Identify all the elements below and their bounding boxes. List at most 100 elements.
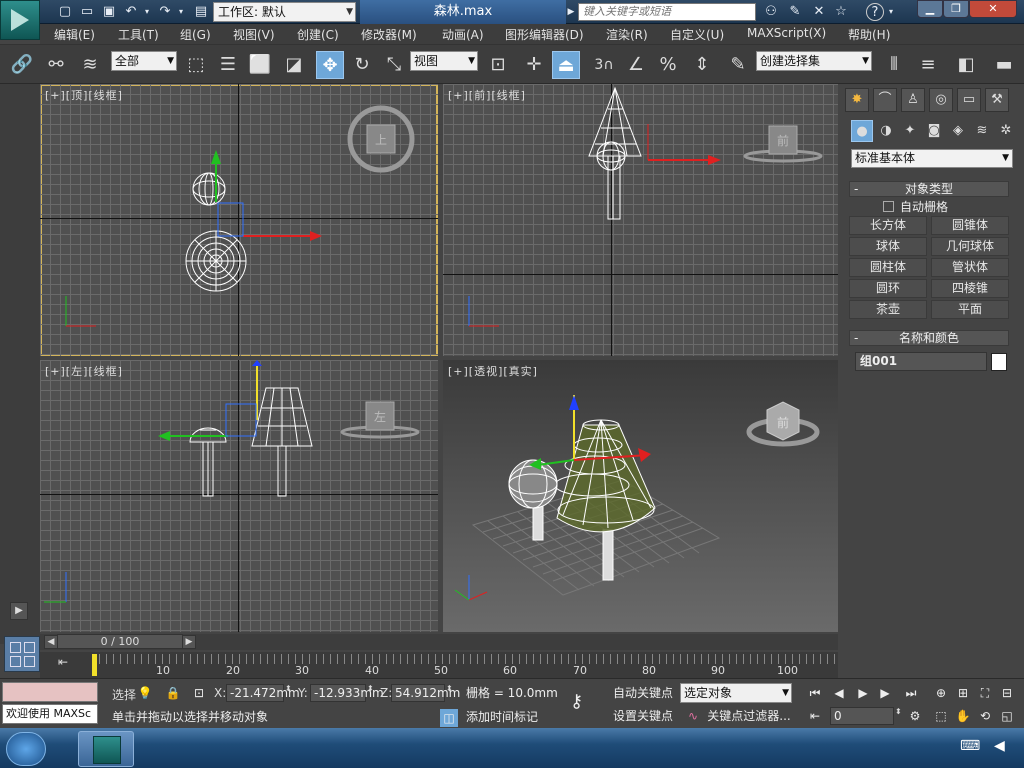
angle-snap-icon[interactable]: ∠: [622, 51, 650, 79]
helpers-icon[interactable]: ◈: [947, 120, 969, 142]
tube-button[interactable]: 管状体: [931, 258, 1009, 277]
torus-button[interactable]: 圆环: [849, 279, 927, 298]
snaps-toggle-icon[interactable]: 3∩: [590, 51, 618, 79]
maximize-button[interactable]: ❐: [943, 0, 969, 18]
systems-icon[interactable]: ✲: [995, 120, 1017, 142]
teapot-button[interactable]: 茶壶: [849, 300, 927, 319]
start-button[interactable]: [6, 732, 46, 766]
select-object-icon[interactable]: ⬚: [182, 51, 210, 79]
time-tag-icon[interactable]: ◫: [440, 709, 458, 727]
add-time-tag-button[interactable]: 添加时间标记: [462, 708, 560, 726]
viewport-front[interactable]: 前 [+][前][线框]: [443, 84, 838, 356]
object-color-swatch[interactable]: [991, 353, 1007, 371]
orbit-icon[interactable]: ⟲: [976, 707, 994, 725]
project-folder-icon[interactable]: ▤: [192, 3, 210, 21]
open-file-icon[interactable]: ▭: [78, 3, 96, 21]
cameras-icon[interactable]: ◙: [923, 120, 945, 142]
cylinder-button[interactable]: 圆柱体: [849, 258, 927, 277]
menu-create[interactable]: 创建(C): [297, 26, 339, 43]
tree-wireframe[interactable]: [588, 86, 642, 220]
z-spinner-icon[interactable]: ⬍: [446, 684, 453, 693]
viewcube[interactable]: 前: [743, 125, 823, 163]
viewcube[interactable]: 上: [347, 105, 415, 173]
time-configuration-icon[interactable]: ⚙: [906, 707, 924, 725]
selection-filter-dropdown[interactable]: 全部 ▼: [111, 51, 177, 71]
percent-snap-icon[interactable]: %: [654, 51, 682, 79]
x-spinner-icon[interactable]: ⬍: [285, 684, 292, 693]
lights-icon[interactable]: ✦: [899, 120, 921, 142]
expand-arrow-icon[interactable]: ▶: [566, 3, 576, 21]
pivot-center-icon[interactable]: ⊡: [484, 51, 512, 79]
zoom-icon[interactable]: ⊕: [932, 684, 950, 702]
motion-tab-icon[interactable]: ◎: [929, 88, 953, 112]
move-gizmo[interactable]: [647, 124, 721, 165]
menu-views[interactable]: 视图(V): [233, 26, 275, 43]
play-icon[interactable]: ▶: [854, 684, 872, 702]
help-dropdown-icon[interactable]: ▾: [886, 3, 896, 21]
geometry-icon[interactable]: ●: [851, 120, 873, 142]
viewcube[interactable]: 左: [340, 401, 420, 439]
mushroom-tree-wireframe[interactable]: [189, 427, 227, 497]
selection-lock-icon[interactable]: 🔒: [164, 684, 182, 702]
bind-space-warp-icon[interactable]: ≋: [76, 51, 104, 79]
set-key-button[interactable]: 设置关键点: [608, 706, 678, 726]
key-filters-curve-icon[interactable]: ∿: [684, 707, 702, 725]
cone-wireframe[interactable]: [185, 230, 247, 292]
frame-spinner-icon[interactable]: ⬍: [895, 707, 902, 716]
communication-center-icon[interactable]: ✎: [786, 3, 804, 21]
binoculars-icon[interactable]: ⚇: [762, 3, 780, 21]
viewport-label[interactable]: [+][透视][真实]: [448, 363, 538, 379]
workspace-dropdown[interactable]: 工作区: 默认 ▼: [213, 2, 356, 22]
category-dropdown[interactable]: 标准基本体 ▼: [851, 149, 1013, 168]
cone-button[interactable]: 圆锥体: [931, 216, 1009, 235]
volume-tray-icon[interactable]: ◀: [994, 738, 1005, 754]
viewport-perspective[interactable]: 前 [+][透视][真实]: [443, 360, 838, 632]
viewport-label[interactable]: [+][前][线框]: [448, 87, 526, 103]
menu-rendering[interactable]: 渲染(R): [606, 26, 648, 43]
mushroom-tree-shaded[interactable]: [508, 459, 558, 541]
z-coordinate-field[interactable]: 54.912mm: [391, 684, 460, 702]
script-listener-white[interactable]: 欢迎使用 MAXSc: [2, 704, 98, 724]
object-type-rollout-header[interactable]: - 对象类型: [849, 181, 1009, 197]
next-frame-icon[interactable]: ▶: [876, 684, 894, 702]
select-manipulate-icon[interactable]: ✛: [520, 51, 548, 79]
isolate-selection-icon[interactable]: 💡: [136, 684, 154, 702]
rectangular-selection-icon[interactable]: ⬜: [246, 51, 274, 79]
menu-customize[interactable]: 自定义(U): [670, 26, 724, 43]
menu-maxscript[interactable]: MAXScript(X): [747, 26, 826, 40]
auto-key-button[interactable]: 自动关键点: [608, 683, 678, 703]
unlink-icon[interactable]: ⚯: [42, 51, 70, 79]
box-button[interactable]: 长方体: [849, 216, 927, 235]
field-of-view-icon[interactable]: ⬚: [932, 707, 950, 725]
named-selection-set-dropdown[interactable]: 创建选择集 ▼: [756, 51, 872, 71]
select-and-scale-icon[interactable]: ⤡: [380, 51, 408, 79]
viewport-label[interactable]: [+][顶][线框]: [45, 87, 123, 103]
zoom-extents-icon[interactable]: ⛶: [976, 684, 994, 702]
modify-tab-icon[interactable]: ⌒: [873, 88, 897, 112]
align-icon[interactable]: ≡: [914, 51, 942, 79]
y-coordinate-field[interactable]: -12.933mm: [310, 684, 384, 702]
save-file-icon[interactable]: ▣: [100, 3, 118, 21]
app-logo-button[interactable]: [0, 0, 40, 40]
edit-named-selection-icon[interactable]: ✎: [724, 51, 752, 79]
pan-hand-icon[interactable]: ✋: [954, 707, 972, 725]
track-bar[interactable]: ⇤ 10 20 30 40 50 60 70 80 90 100: [40, 652, 838, 678]
keyboard-shortcut-override-icon[interactable]: ⏏: [552, 51, 580, 79]
menu-help[interactable]: 帮助(H): [848, 26, 890, 43]
move-gizmo[interactable]: [158, 360, 262, 441]
display-tab-icon[interactable]: ▭: [957, 88, 981, 112]
layer-manager-icon[interactable]: ◧: [952, 51, 980, 79]
space-warps-icon[interactable]: ≋: [971, 120, 993, 142]
menu-animation[interactable]: 动画(A): [442, 26, 484, 43]
spinner-snap-icon[interactable]: ⇕: [688, 51, 716, 79]
undo-dropdown-icon[interactable]: ▾: [142, 3, 152, 21]
sphere-button[interactable]: 球体: [849, 237, 927, 256]
select-by-name-icon[interactable]: ☰: [214, 51, 242, 79]
create-tab-icon[interactable]: ✸: [845, 88, 869, 112]
keyboard-tray-icon[interactable]: ⌨: [960, 738, 980, 754]
current-frame-marker[interactable]: [92, 654, 97, 676]
shapes-icon[interactable]: ◑: [875, 120, 897, 142]
next-frame-arrow-icon[interactable]: ▶: [182, 635, 196, 649]
minimize-button[interactable]: ▁: [917, 0, 943, 18]
menu-edit[interactable]: 编辑(E): [54, 26, 95, 43]
